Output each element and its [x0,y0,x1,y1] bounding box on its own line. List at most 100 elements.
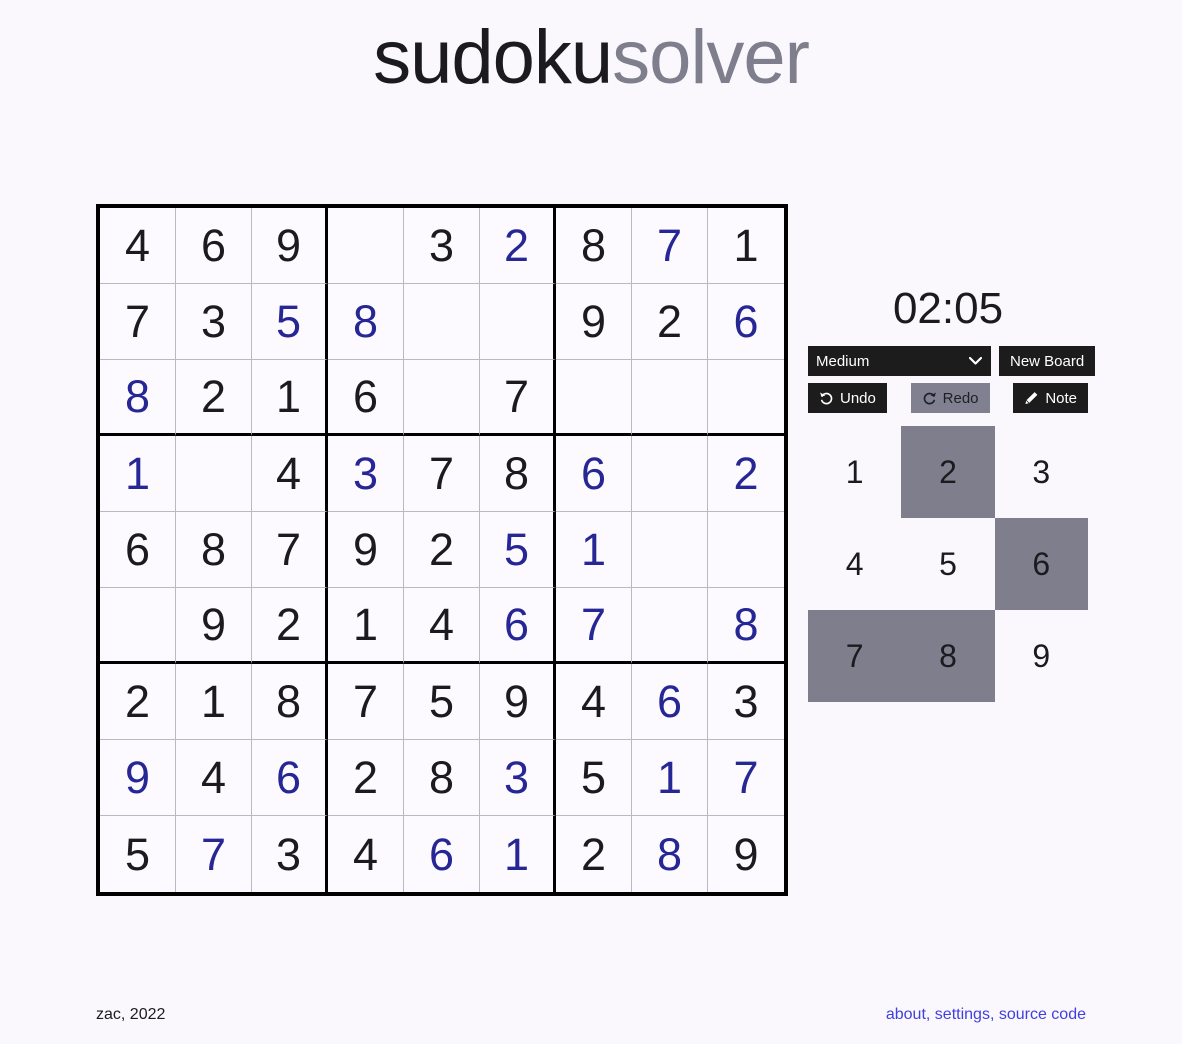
sudoku-cell-r8c4[interactable]: 2 [328,740,404,816]
sudoku-cell-r5c2[interactable]: 8 [176,512,252,588]
sudoku-cell-r2c9[interactable]: 6 [708,284,784,360]
sudoku-cell-r4c9[interactable]: 2 [708,436,784,512]
sudoku-cell-r3c6[interactable]: 7 [480,360,556,436]
sudoku-cell-r1c7[interactable]: 8 [556,208,632,284]
numpad-key-3[interactable]: 3 [995,426,1088,518]
sudoku-cell-r3c1[interactable]: 8 [100,360,176,436]
sudoku-cell-r4c4[interactable]: 3 [328,436,404,512]
sudoku-cell-r2c8[interactable]: 2 [632,284,708,360]
sudoku-cell-r1c6[interactable]: 2 [480,208,556,284]
sudoku-cell-r6c9[interactable]: 8 [708,588,784,664]
sudoku-cell-r6c6[interactable]: 6 [480,588,556,664]
sudoku-cell-r4c5[interactable]: 7 [404,436,480,512]
numpad-key-8[interactable]: 8 [901,610,995,702]
sudoku-cell-r8c6[interactable]: 3 [480,740,556,816]
sudoku-cell-r3c4[interactable]: 6 [328,360,404,436]
sudoku-cell-r7c3[interactable]: 8 [252,664,328,740]
difficulty-select[interactable]: Medium [808,346,991,376]
sudoku-cell-r8c8[interactable]: 1 [632,740,708,816]
undo-button[interactable]: Undo [808,383,887,413]
sudoku-cell-r8c7[interactable]: 5 [556,740,632,816]
sudoku-cell-r9c7[interactable]: 2 [556,816,632,892]
sudoku-board[interactable]: 4693287173589268216714378626879251921467… [96,204,788,896]
sudoku-cell-r1c9[interactable]: 1 [708,208,784,284]
sudoku-cell-r7c4[interactable]: 7 [328,664,404,740]
sudoku-cell-r9c4[interactable]: 4 [328,816,404,892]
sudoku-cell-r1c2[interactable]: 6 [176,208,252,284]
sudoku-cell-r3c9[interactable] [708,360,784,436]
sudoku-cell-r1c1[interactable]: 4 [100,208,176,284]
sudoku-cell-r4c6[interactable]: 8 [480,436,556,512]
sudoku-cell-r7c2[interactable]: 1 [176,664,252,740]
sudoku-cell-r5c8[interactable] [632,512,708,588]
sudoku-cell-r7c6[interactable]: 9 [480,664,556,740]
footer-link-settings[interactable]: settings [935,1006,990,1023]
numpad-key-6[interactable]: 6 [994,518,1088,610]
sudoku-cell-r1c4[interactable] [328,208,404,284]
sudoku-cell-r3c5[interactable] [404,360,480,436]
sudoku-cell-r3c7[interactable] [556,360,632,436]
sudoku-cell-r9c5[interactable]: 6 [404,816,480,892]
footer-link-about[interactable]: about [886,1006,926,1023]
sudoku-cell-r4c8[interactable] [632,436,708,512]
numpad-key-9[interactable]: 9 [995,610,1088,702]
sudoku-cell-r8c2[interactable]: 4 [176,740,252,816]
numpad-key-5[interactable]: 5 [901,518,994,610]
sudoku-cell-r6c3[interactable]: 2 [252,588,328,664]
sudoku-cell-r4c3[interactable]: 4 [252,436,328,512]
sudoku-cell-r4c2[interactable] [176,436,252,512]
sudoku-cell-r7c7[interactable]: 4 [556,664,632,740]
sudoku-cell-r5c9[interactable] [708,512,784,588]
sudoku-cell-r2c5[interactable] [404,284,480,360]
sudoku-cell-r9c9[interactable]: 9 [708,816,784,892]
numpad-key-7[interactable]: 7 [808,610,902,702]
sudoku-cell-r6c8[interactable] [632,588,708,664]
numpad-key-4[interactable]: 4 [808,518,901,610]
sudoku-cell-r9c1[interactable]: 5 [100,816,176,892]
sudoku-cell-r9c2[interactable]: 7 [176,816,252,892]
sudoku-cell-r2c6[interactable] [480,284,556,360]
numpad-key-1[interactable]: 1 [808,426,901,518]
sudoku-cell-r9c3[interactable]: 3 [252,816,328,892]
sudoku-cell-r2c2[interactable]: 3 [176,284,252,360]
sudoku-cell-r8c1[interactable]: 9 [100,740,176,816]
numpad-key-2[interactable]: 2 [901,426,995,518]
new-board-button[interactable]: New Board [999,346,1096,376]
sudoku-cell-r3c2[interactable]: 2 [176,360,252,436]
sudoku-cell-r7c8[interactable]: 6 [632,664,708,740]
sudoku-cell-r2c1[interactable]: 7 [100,284,176,360]
sudoku-cell-r2c4[interactable]: 8 [328,284,404,360]
sudoku-cell-r5c5[interactable]: 2 [404,512,480,588]
sudoku-cell-r4c1[interactable]: 1 [100,436,176,512]
sudoku-cell-r8c3[interactable]: 6 [252,740,328,816]
sudoku-cell-r1c5[interactable]: 3 [404,208,480,284]
sudoku-cell-r8c5[interactable]: 8 [404,740,480,816]
sudoku-cell-r9c8[interactable]: 8 [632,816,708,892]
sudoku-cell-r1c8[interactable]: 7 [632,208,708,284]
sudoku-cell-r5c1[interactable]: 6 [100,512,176,588]
note-button[interactable]: Note [1013,383,1088,413]
sudoku-cell-r5c3[interactable]: 7 [252,512,328,588]
sudoku-cell-r6c5[interactable]: 4 [404,588,480,664]
sudoku-cell-r2c3[interactable]: 5 [252,284,328,360]
sudoku-cell-r7c1[interactable]: 2 [100,664,176,740]
number-pad[interactable]: 123 456789 [808,426,1088,702]
sudoku-cell-r9c6[interactable]: 1 [480,816,556,892]
sudoku-cell-r7c5[interactable]: 5 [404,664,480,740]
sudoku-cell-r3c8[interactable] [632,360,708,436]
redo-button[interactable]: Redo [910,383,990,413]
sudoku-cell-r5c4[interactable]: 9 [328,512,404,588]
sudoku-cell-r2c7[interactable]: 9 [556,284,632,360]
sudoku-cell-r8c9[interactable]: 7 [708,740,784,816]
sudoku-cell-r5c7[interactable]: 1 [556,512,632,588]
sudoku-cell-r3c3[interactable]: 1 [252,360,328,436]
difficulty-select-wrapper[interactable]: Medium [808,346,991,376]
footer-link-source-code[interactable]: source code [999,1006,1086,1023]
sudoku-cell-r4c7[interactable]: 6 [556,436,632,512]
sudoku-cell-r6c7[interactable]: 7 [556,588,632,664]
sudoku-cell-r7c9[interactable]: 3 [708,664,784,740]
sudoku-cell-r6c2[interactable]: 9 [176,588,252,664]
sudoku-cell-r6c1[interactable] [100,588,176,664]
sudoku-cell-r6c4[interactable]: 1 [328,588,404,664]
sudoku-cell-r1c3[interactable]: 9 [252,208,328,284]
